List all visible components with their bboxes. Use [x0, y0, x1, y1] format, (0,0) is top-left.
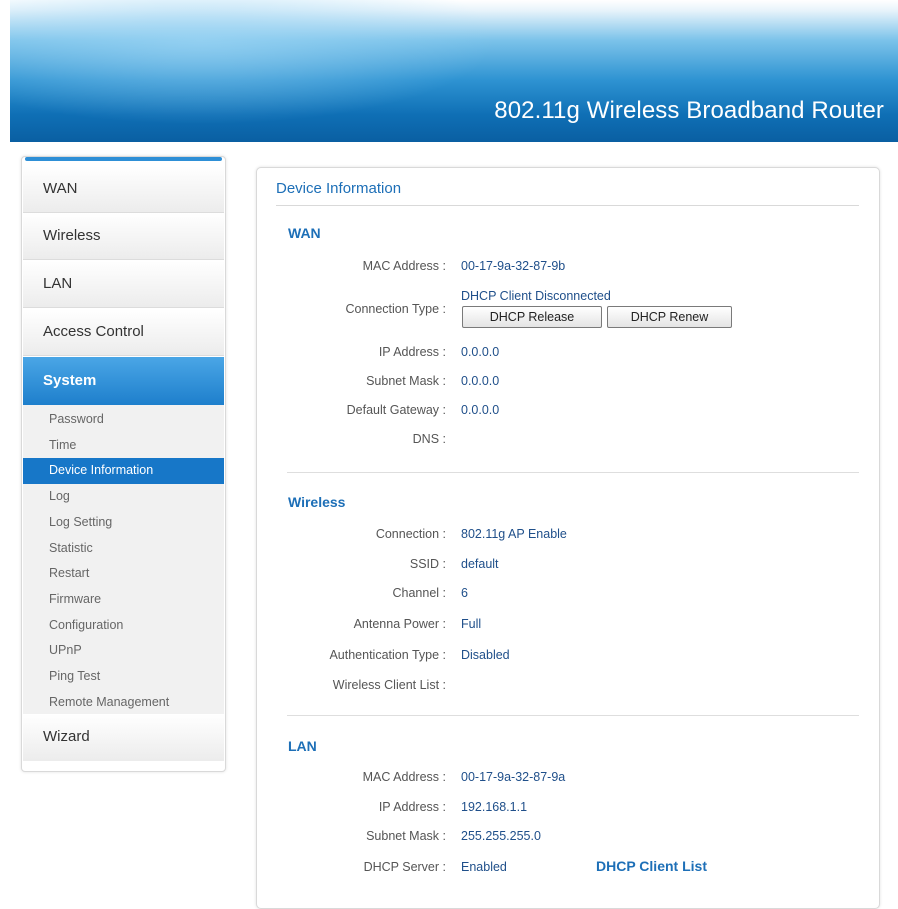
wireless-client-list-label: Wireless Client List : — [332, 678, 446, 692]
wan-dns-label: DNS : — [412, 432, 446, 446]
page-title: Device Information — [276, 180, 402, 197]
dhcp-release-button[interactable]: DHCP Release — [462, 306, 602, 328]
wan-subnet-value: 0.0.0.0 — [461, 374, 500, 388]
wan-gateway-label: Default Gateway : — [346, 403, 446, 417]
submenu-item-upnp[interactable]: UPnP — [23, 638, 224, 664]
section-divider — [287, 472, 859, 473]
wireless-connection-label: Connection : — [375, 527, 446, 541]
sidebar-tab-access-control[interactable]: Access Control — [23, 309, 224, 356]
lan-ip-label: IP Address : — [378, 800, 446, 814]
lan-dhcp-server-value: Enabled — [461, 860, 507, 874]
lan-section-title: LAN — [288, 738, 317, 754]
submenu-item-device-information[interactable]: Device Information — [23, 458, 224, 485]
dhcp-client-list-link[interactable]: DHCP Client List — [596, 858, 707, 874]
lan-dhcp-server-label: DHCP Server : — [363, 860, 446, 874]
sidebar-accent-bar — [25, 157, 222, 161]
submenu-item-log-setting[interactable]: Log Setting — [23, 510, 224, 536]
wan-connection-type-label: Connection Type : — [345, 302, 446, 316]
sidebar-tab-wizard[interactable]: Wizard — [23, 714, 224, 761]
lan-mac-label: MAC Address : — [362, 770, 446, 784]
sidebar-nav: WAN Wireless LAN Access Control System P… — [21, 156, 226, 772]
wireless-antenna-label: Antenna Power : — [353, 617, 446, 631]
wan-subnet-label: Subnet Mask : — [366, 374, 446, 388]
wan-gateway-value: 0.0.0.0 — [461, 403, 500, 417]
submenu-item-restart[interactable]: Restart — [23, 561, 224, 587]
sidebar-tab-system[interactable]: System — [23, 357, 224, 405]
wireless-channel-label: Channel : — [392, 586, 446, 600]
submenu-item-password[interactable]: Password — [23, 407, 224, 433]
wireless-channel-value: 6 — [461, 586, 468, 600]
submenu-item-remote-management[interactable]: Remote Management — [23, 690, 224, 716]
submenu-item-configuration[interactable]: Configuration — [23, 613, 224, 639]
wireless-ssid-label: SSID : — [409, 557, 446, 571]
wan-mac-label: MAC Address : — [362, 259, 446, 273]
wireless-ssid-value: default — [461, 557, 499, 571]
device-information-panel: Device Information WAN MAC Address : 00-… — [256, 167, 880, 909]
lan-subnet-value: 255.255.255.0 — [461, 829, 541, 843]
submenu-item-ping-test[interactable]: Ping Test — [23, 664, 224, 690]
sidebar-tab-wan[interactable]: WAN — [23, 166, 224, 213]
wan-ip-label: IP Address : — [378, 345, 446, 359]
lan-ip-value: 192.168.1.1 — [461, 800, 528, 814]
lan-mac-value: 00-17-9a-32-87-9a — [461, 770, 566, 784]
section-divider — [287, 715, 859, 716]
wan-ip-value: 0.0.0.0 — [461, 345, 500, 359]
header-banner: 802.11g Wireless Broadband Router — [10, 0, 898, 142]
system-submenu: Password Time Device Information Log Log… — [23, 405, 224, 714]
submenu-item-log[interactable]: Log — [23, 484, 224, 510]
wireless-connection-value: 802.11g AP Enable — [461, 527, 567, 541]
wireless-auth-label: Authentication Type : — [329, 648, 446, 662]
title-divider — [276, 205, 859, 206]
dhcp-renew-button[interactable]: DHCP Renew — [607, 306, 732, 328]
wireless-auth-value: Disabled — [461, 648, 510, 662]
submenu-item-time[interactable]: Time — [23, 433, 224, 459]
product-title: 802.11g Wireless Broadband Router — [494, 97, 884, 124]
wireless-section-title: Wireless — [288, 494, 346, 510]
submenu-item-firmware[interactable]: Firmware — [23, 587, 224, 613]
sidebar-tab-lan[interactable]: LAN — [23, 261, 224, 308]
submenu-item-statistic[interactable]: Statistic — [23, 536, 224, 562]
wireless-antenna-value: Full — [461, 617, 482, 631]
lan-subnet-label: Subnet Mask : — [366, 829, 446, 843]
wan-mac-value: 00-17-9a-32-87-9b — [461, 259, 566, 273]
wan-connection-type-value: DHCP Client Disconnected — [461, 289, 611, 303]
sidebar-tab-wireless[interactable]: Wireless — [23, 213, 224, 260]
wan-section-title: WAN — [288, 225, 321, 241]
